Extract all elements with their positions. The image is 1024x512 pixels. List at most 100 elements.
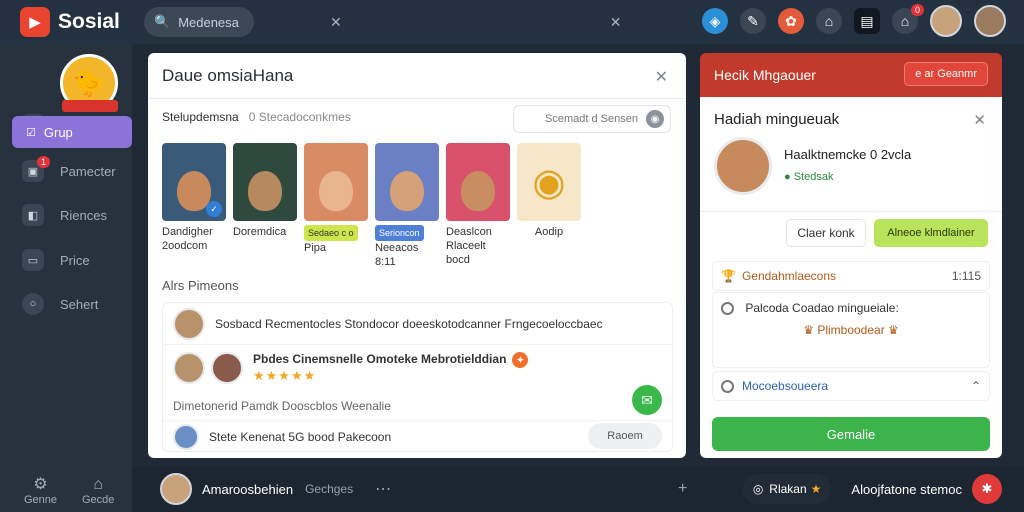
member-photo: ✓ (162, 143, 226, 221)
clear-button[interactable]: Claer konk (786, 219, 866, 247)
card-sub: Neeacos (375, 242, 419, 254)
sidebar-item-riences[interactable]: ◧ Riences (22, 204, 107, 226)
member-photo: ◉ (517, 143, 581, 221)
avatar (173, 307, 205, 340)
right-panel-title: Hadiah mingueuak (714, 111, 840, 128)
panel-search-input[interactable]: Scemadt d Sensen ◉ (513, 105, 671, 133)
list-item-text: Dimetonerid Pamdk Dooscblos Weenalie (173, 398, 391, 413)
reward-option[interactable]: Palcoda Coadao mingueiale: ♛ Plimboodear… (712, 292, 990, 368)
top-bar: ▶ Sosial 🔍 Medenesa ✕ ✕ ◈ ✎ ✿ ⌂ ▤ ⌂ 0 (0, 0, 1024, 44)
card-label: Aodip (534, 226, 564, 238)
member-card[interactable]: Doremdica (233, 143, 297, 269)
status-badge: Sedaeo c o (304, 225, 358, 241)
section-title: Alrs Pimeons (162, 278, 239, 293)
notification-badge: 0 (910, 4, 924, 16)
pill-label: Raoem (607, 430, 643, 442)
panel-search-label: Scemadt d Sensen (545, 113, 638, 125)
sidebar-item-sehert[interactable]: ○ Sehert (22, 293, 98, 315)
reward-section[interactable]: 🏆 Gendahmlaecons 1:115 (712, 261, 990, 291)
home-icon[interactable]: ⌂ (816, 8, 842, 34)
sidebar-item-price[interactable]: ▭ Price (22, 249, 90, 271)
pill-button[interactable]: Raoem (588, 423, 662, 449)
member-card[interactable]: Deaslcon Rlaceelt bocd (446, 143, 510, 269)
sidebar-item-pamecter[interactable]: ▣ 1 Pamecter (22, 156, 116, 182)
member-card[interactable]: Sedaeo c o Pipa (304, 143, 368, 269)
reward-section-value: 1:115 (951, 269, 981, 283)
sidebar-bottom-label: Gecde (82, 494, 115, 506)
sidebar-item-label: Riences (60, 207, 107, 223)
subtitle-left: Stelupdemsna (162, 110, 239, 124)
chat-icon: ✉ (641, 391, 653, 408)
record-button[interactable]: ✱ (972, 474, 1002, 504)
crown-icon: ♛ (888, 323, 899, 338)
shield-icon[interactable]: ◈ (702, 8, 728, 34)
gift-icon[interactable]: ✿ (778, 8, 804, 34)
app-logo[interactable]: ▶ Sosial (20, 7, 130, 37)
sidebar-item-group[interactable]: ☑ Grup (12, 116, 132, 148)
subtitle-row: Stelupdemsna 0 Stecadoconkmes (162, 110, 351, 124)
status-text: Stedsak (793, 171, 834, 183)
sidebar-item-label: Pamecter (60, 163, 116, 179)
trophy-icon: 🏆 (721, 269, 736, 283)
accept-label: Alneoe klmdlainer (887, 227, 975, 239)
avatar[interactable] (160, 473, 192, 505)
confirm-button[interactable]: Gemalie (712, 417, 990, 451)
reward-section-label: Gendahmlaecons (741, 269, 837, 283)
right-panel: Hadiah mingueuak ✕ Haalktnemcke 0 2vcla … (700, 97, 1002, 458)
card-sub: Rlaceelt bocd (446, 240, 486, 266)
member-card[interactable]: Serioncon Neeacos 8:11 (375, 143, 439, 269)
bell-icon[interactable]: ⌂ 0 (892, 4, 924, 34)
reward-chip[interactable]: ◎ Rlakan ★ (742, 474, 832, 504)
status-badge: ● Stedsak (784, 171, 834, 183)
top-icons: ◈ ✎ ✿ ⌂ ▤ ⌂ 0 (702, 4, 1006, 37)
list-item[interactable]: Sosbacd Recmentocles Stondocor doeeskoto… (163, 303, 672, 345)
search-icon: ◉ (646, 110, 664, 128)
avatar[interactable] (974, 5, 1006, 37)
avatar (173, 352, 205, 384)
accept-button[interactable]: Alneoe klmdlainer (874, 219, 988, 247)
sidebar-bottom-item[interactable]: ⚙ Genne (24, 474, 57, 506)
home-icon: ⌂ (93, 476, 104, 493)
status-badge: Serioncon (375, 225, 424, 241)
list-item[interactable]: Dimetonerid Pamdk Dooscblos Weenalie (163, 391, 672, 421)
grid-icon[interactable]: ▤ (854, 8, 880, 34)
reward-tag-label: Plimboodear (817, 323, 885, 338)
card-time: 8:11 (375, 256, 396, 268)
sidebar-bottom-item[interactable]: ⌂ Gecde (82, 476, 114, 506)
right-panel-header-title: Hecik Mhgaouer (714, 67, 816, 83)
list-item-body: Pbdes Cinemsnelle Omoteke Mebrotielddian… (253, 352, 529, 385)
coin-icon: ◎ (752, 482, 764, 496)
star-icon: ★ (810, 482, 822, 496)
search-input[interactable]: 🔍 Medenesa (144, 7, 254, 37)
star-icon: ✱ (981, 481, 993, 496)
close-icon[interactable]: ✕ (655, 67, 668, 87)
avatar[interactable] (930, 5, 962, 37)
close-icon[interactable]: ✕ (610, 14, 622, 31)
plus-icon[interactable]: + (678, 480, 687, 498)
confirm-label: Gemalie (826, 426, 876, 442)
app-name: Sosial (58, 10, 120, 33)
list-item[interactable]: Pbdes Cinemsnelle Omoteke Mebrotielddian… (163, 345, 672, 391)
reward-option-tag: ♛ Plimboodear ♛ (713, 323, 989, 337)
crown-icon: ♛ (803, 323, 814, 338)
member-card[interactable]: ◉ Aodip (517, 143, 581, 269)
bottom-subtext: Gechges (305, 482, 354, 496)
list-item-text: Sosbacd Recmentocles Stondocor doeeskoto… (215, 316, 603, 331)
folder-icon: ▣ 1 (22, 156, 50, 182)
chevron-icon: ⌃ (970, 379, 981, 393)
radio-button[interactable] (721, 302, 734, 316)
close-icon[interactable]: ✕ (330, 14, 342, 31)
reward-option[interactable]: Mocoebsoueera ⌃ (712, 371, 990, 401)
chat-button[interactable]: ✉ (632, 385, 662, 415)
bottom-right-text: Aloojfatone stemoc (851, 481, 962, 497)
message-icon: ▭ (22, 249, 44, 271)
avatar (211, 352, 243, 384)
close-icon[interactable]: ✕ (973, 111, 986, 129)
member-card[interactable]: ✓ Dandigher 2oodcom (162, 143, 226, 269)
more-icon[interactable]: ⋯ (375, 479, 391, 499)
radio-button[interactable] (721, 379, 734, 393)
header-action-button[interactable]: e ar Geanmr (904, 62, 988, 86)
sidebar-item-label: Price (60, 252, 90, 268)
chat-icon[interactable]: ✎ (740, 8, 766, 34)
member-photo (233, 143, 297, 221)
